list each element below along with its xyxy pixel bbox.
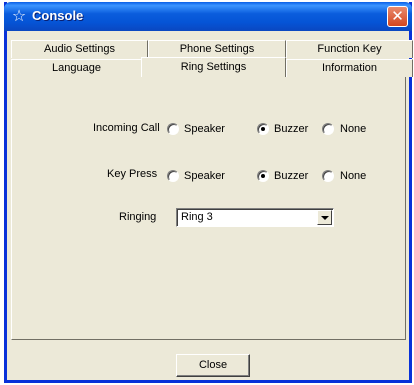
incoming-call-buzzer-label: Buzzer bbox=[274, 123, 309, 135]
incoming-call-speaker-radio[interactable] bbox=[167, 123, 179, 135]
key-press-label: Key Press bbox=[107, 168, 158, 180]
tab-label: Phone Settings bbox=[179, 43, 255, 55]
tab-label: Ring Settings bbox=[180, 61, 247, 73]
chevron-down-icon[interactable] bbox=[317, 210, 332, 225]
star-icon: ☆ bbox=[11, 6, 27, 25]
ringing-select-value: Ring 3 bbox=[181, 211, 213, 223]
window-title: Console bbox=[32, 8, 84, 23]
key-press-speaker-radio[interactable] bbox=[167, 170, 179, 182]
tab-audio-settings[interactable]: Audio Settings bbox=[11, 40, 148, 58]
key-press-none-label: None bbox=[340, 170, 367, 182]
incoming-call-none-label: None bbox=[340, 123, 367, 135]
tab-label: Information bbox=[321, 62, 378, 74]
close-icon[interactable]: ✕ bbox=[387, 6, 408, 27]
ringing-label: Ringing bbox=[119, 211, 157, 223]
tab-information[interactable]: Information bbox=[286, 59, 413, 77]
tab-function-key[interactable]: Function Key bbox=[286, 40, 413, 58]
tab-phone-settings[interactable]: Phone Settings bbox=[148, 40, 286, 58]
incoming-call-buzzer-radio[interactable] bbox=[257, 123, 269, 135]
incoming-call-speaker-label: Speaker bbox=[184, 123, 225, 135]
key-press-speaker-label: Speaker bbox=[184, 170, 225, 182]
ringing-select[interactable]: Ring 3 bbox=[176, 208, 334, 227]
incoming-call-none-radio[interactable] bbox=[322, 123, 334, 135]
title-bar[interactable]: ☆ Console ✕ bbox=[4, 2, 412, 31]
tab-ring-settings[interactable]: Ring Settings bbox=[141, 57, 286, 77]
key-press-buzzer-label: Buzzer bbox=[274, 170, 309, 182]
key-press-none-radio[interactable] bbox=[322, 170, 334, 182]
tab-language[interactable]: Language bbox=[11, 59, 142, 77]
tab-label: Function Key bbox=[317, 43, 382, 55]
tab-label: Language bbox=[52, 62, 101, 74]
incoming-call-label: Incoming Call bbox=[93, 122, 160, 134]
tab-label: Audio Settings bbox=[44, 43, 115, 55]
key-press-buzzer-radio[interactable] bbox=[257, 170, 269, 182]
close-button[interactable]: Close bbox=[176, 354, 250, 377]
